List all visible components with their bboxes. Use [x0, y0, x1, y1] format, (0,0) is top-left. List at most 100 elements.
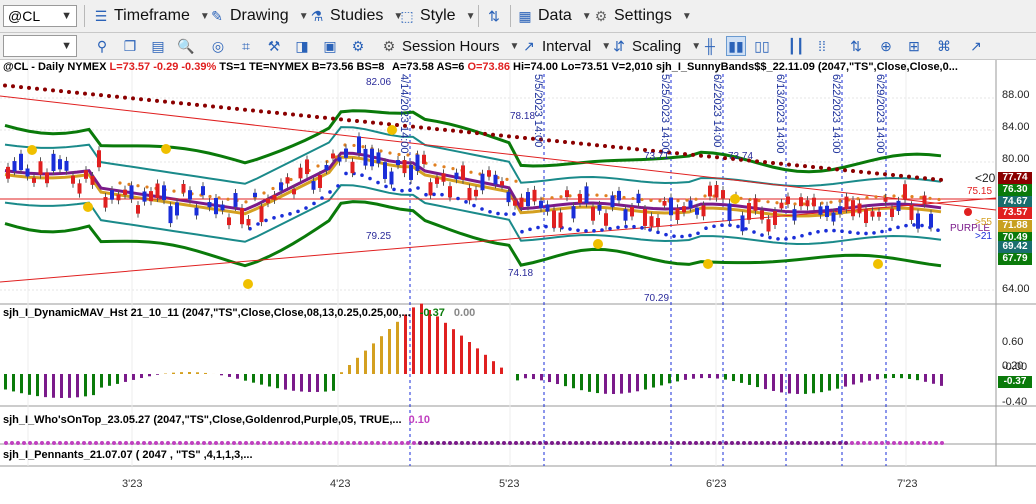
volume-bars-icon[interactable]: ┃┃	[786, 36, 806, 56]
timeframe-menu[interactable]: ☰ Timeframe ▼	[92, 5, 210, 27]
dot	[4, 441, 8, 445]
options-icon[interactable]: ⚙	[348, 36, 368, 56]
histogram-bar	[244, 374, 247, 381]
point-figure-icon[interactable]: ⁞⁞	[812, 36, 832, 56]
dot	[712, 224, 716, 229]
candle	[701, 205, 706, 217]
interval-combo[interactable]: ▼	[3, 35, 77, 57]
candle	[474, 189, 478, 197]
zoom-icon[interactable]: 🔍	[176, 36, 196, 56]
settings-menu[interactable]: ⚙ Settings ▼	[592, 5, 692, 27]
dot	[469, 170, 473, 174]
dot	[523, 135, 527, 140]
dot	[147, 98, 151, 103]
dot	[299, 113, 303, 118]
symbol-value: @CL	[8, 8, 41, 24]
studies-menu[interactable]: ⚗ Studies ▼	[308, 5, 404, 27]
dot	[634, 441, 638, 445]
histogram-bar	[580, 374, 583, 391]
dot	[298, 441, 302, 445]
interval-menu[interactable]: ↗ Interval ▼	[520, 35, 611, 57]
dot	[232, 441, 236, 445]
candle	[929, 213, 933, 228]
session-hours-menu[interactable]: ⚙ Session Hours ▼	[380, 35, 520, 57]
dot	[875, 171, 879, 176]
dot	[274, 441, 278, 445]
data-menu[interactable]: ▦ Data ▼	[516, 5, 591, 27]
dot	[688, 441, 692, 445]
dot	[775, 201, 779, 205]
dot	[292, 441, 296, 445]
candle	[773, 211, 777, 225]
dot	[160, 441, 164, 445]
candle-chart-icon[interactable]: ▮▮	[726, 36, 746, 56]
candle	[792, 209, 797, 221]
dot	[352, 143, 356, 148]
dot	[334, 441, 338, 445]
dot	[442, 441, 446, 445]
candle	[253, 192, 257, 198]
style-menu[interactable]: ⬚ Style ▼	[398, 5, 475, 27]
dot	[532, 441, 536, 445]
bar-chart-icon[interactable]: ╫	[700, 36, 720, 56]
chevron-down-icon[interactable]: ▼	[61, 10, 72, 22]
objects-icon[interactable]: ◨	[292, 36, 312, 56]
dot	[592, 441, 596, 445]
histogram-bar	[4, 374, 7, 390]
add-chart-icon[interactable]: ↗	[966, 36, 986, 56]
time-annotation: 6/29/2023 14:00	[874, 74, 886, 154]
dot	[238, 441, 242, 445]
candle	[545, 204, 550, 212]
histogram-bar	[204, 372, 207, 374]
dot	[155, 98, 159, 103]
signal-marker	[243, 279, 253, 289]
scaling-menu[interactable]: ⇵ Scaling ▼	[610, 35, 701, 57]
grid-icon[interactable]: ▤	[148, 36, 168, 56]
zoom-icon[interactable]: ⊕	[876, 36, 896, 56]
chart-area[interactable]: @CL - Daily NYMEX L=73.57 -0.29 -0.39% T…	[0, 60, 1036, 504]
dot	[382, 441, 386, 445]
candle	[324, 164, 329, 171]
price-annotation: 82.06	[366, 77, 392, 88]
dot	[275, 110, 279, 115]
dot	[456, 196, 460, 201]
candle	[623, 209, 628, 221]
histogram-bar	[612, 374, 615, 394]
dot	[757, 199, 761, 203]
histogram-bar	[924, 374, 927, 382]
dot	[466, 441, 470, 445]
hierarchy-icon[interactable]: ⊞	[904, 36, 924, 56]
dot	[172, 189, 176, 193]
candle	[64, 160, 69, 171]
dot	[779, 161, 783, 166]
candle	[753, 198, 758, 211]
symbol-input[interactable]: @CL ▼	[3, 5, 77, 27]
palette-icon[interactable]: ◎	[208, 36, 228, 56]
chevron-down-icon[interactable]: ▼	[61, 40, 72, 52]
histogram-bar	[140, 374, 143, 379]
dot	[896, 225, 900, 230]
histogram-bar	[676, 374, 679, 382]
histogram-bar	[820, 374, 823, 393]
hollow-candle-icon[interactable]: ▯▯	[752, 36, 772, 56]
candle	[467, 187, 472, 201]
print-icon[interactable]: ▣	[320, 36, 340, 56]
dot	[544, 224, 548, 229]
format-icon[interactable]: ⌗	[236, 36, 256, 56]
copy-icon[interactable]: ❐	[120, 36, 140, 56]
histogram-bar	[740, 374, 743, 383]
histogram-bar	[108, 374, 111, 386]
layout-icon[interactable]: ⇅	[846, 36, 866, 56]
change-value: -0.29	[153, 61, 179, 73]
properties-icon[interactable]: ⚒	[264, 36, 284, 56]
wand-icon[interactable]: ⚲	[92, 36, 112, 56]
layout-icon[interactable]: ⇅	[484, 6, 504, 26]
indicator-icon[interactable]: ⌘	[934, 36, 954, 56]
dot	[704, 226, 708, 231]
drawing-menu[interactable]: ✎ Drawing ▼	[208, 5, 308, 27]
dot	[459, 129, 463, 134]
chart-header: @CL - Daily NYMEX L=73.57 -0.29 -0.39% T…	[3, 61, 384, 73]
candle	[214, 197, 218, 215]
dot	[58, 441, 62, 445]
dot	[912, 223, 916, 227]
